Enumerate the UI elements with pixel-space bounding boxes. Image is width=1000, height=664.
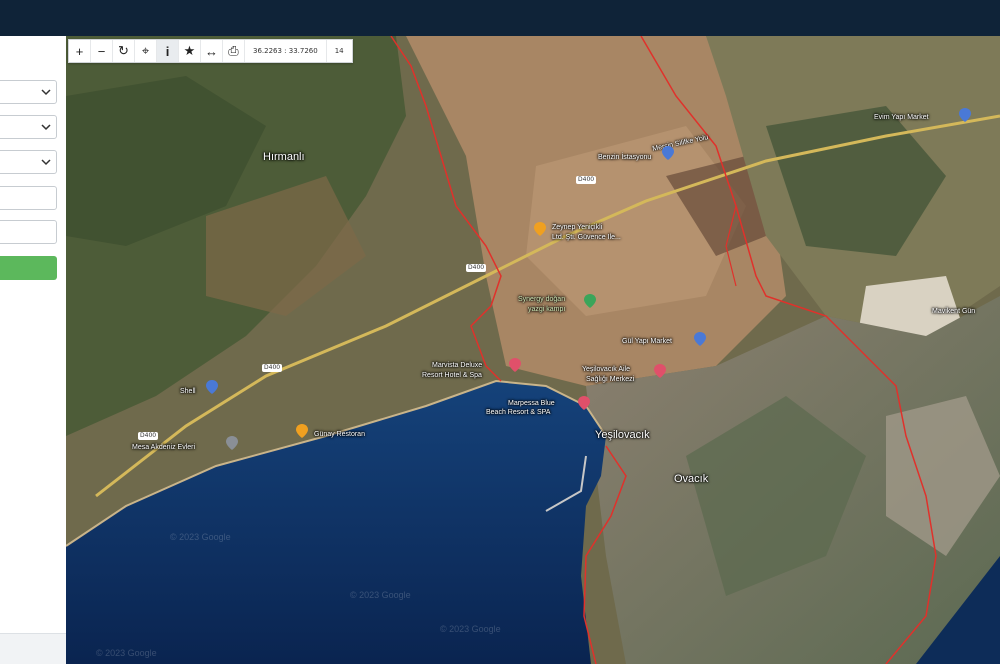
poi-label-gul-yapi-market: Gül Yapı Market	[622, 338, 672, 345]
fuel-pin-icon[interactable]	[662, 146, 674, 160]
fuel-pin-icon[interactable]	[206, 380, 218, 394]
zoom-level-readout: 14	[334, 47, 344, 55]
locate-button[interactable]: ⌖	[135, 40, 157, 62]
restaurant-pin-icon[interactable]	[296, 424, 308, 438]
zoom-in-icon: +	[75, 43, 84, 59]
poi-label-synergy-2: yazgi kampı	[528, 306, 566, 313]
place-label-ovacik: Ovacık	[674, 473, 709, 485]
poi-label-benzin-istasyonu: Benzin İstasyonu	[598, 154, 652, 161]
locate-icon: ⌖	[141, 43, 150, 58]
zoom-in-button[interactable]: +	[69, 40, 91, 62]
place-pin-icon[interactable]	[226, 436, 238, 450]
shop-pin-icon[interactable]	[694, 332, 706, 346]
filter-input-1[interactable]	[0, 186, 57, 210]
chevron-down-icon	[41, 124, 51, 131]
star-icon: ★	[183, 43, 196, 58]
restaurant-pin-icon[interactable]	[534, 222, 546, 236]
map-watermark: © 2023 Google	[440, 624, 501, 634]
filter-sidebar	[0, 36, 67, 664]
map-watermark: © 2023 Google	[96, 648, 157, 658]
road-shield-d400: D400	[138, 432, 159, 440]
camp-pin-icon[interactable]	[584, 294, 596, 308]
poi-label-evim-yapi-market: Evim Yapı Market	[874, 114, 929, 121]
measure-button[interactable]: ↔	[201, 40, 223, 62]
shop-pin-icon[interactable]	[959, 108, 971, 122]
poi-label-marvista-2: Resort Hotel & Spa	[422, 372, 482, 379]
coordinate-readout: 36.2263 : 33.7260	[245, 40, 327, 62]
road-shield-d400: D400	[262, 364, 283, 372]
info-icon: i	[165, 43, 170, 59]
road-shield-d400: D400	[576, 176, 597, 184]
measure-icon: ↔	[205, 43, 218, 59]
poi-label-zeynep-2: Ltd. Şti. Güvence Ile...	[552, 234, 621, 241]
zoom-out-button[interactable]: −	[91, 40, 113, 62]
poi-label-gunay-restoran: Günay Restoran	[314, 431, 365, 438]
filter-select-1[interactable]	[0, 80, 57, 104]
chevron-down-icon	[41, 89, 51, 96]
poi-label-shell: Shell	[180, 388, 196, 395]
poi-label-aile-2: Sağlığı Merkezi	[586, 376, 635, 383]
poi-label-mesa-evleri: Mesa Akdeniz Evleri	[132, 444, 196, 451]
print-button[interactable]: ⎙	[223, 40, 245, 62]
hotel-pin-icon[interactable]	[578, 396, 590, 410]
map-toolbar: + − ↻ ⌖ i ★ ↔ ⎙ 36.2263 : 33.7260 14	[68, 39, 353, 63]
zoom-out-icon: −	[97, 43, 106, 59]
filter-input-2[interactable]	[0, 220, 57, 244]
chevron-down-icon	[41, 159, 51, 166]
satellite-imagery	[66, 36, 1000, 664]
sidebar-footer	[0, 633, 66, 664]
map-watermark: © 2023 Google	[350, 590, 411, 600]
road-shield-d400: D400	[466, 264, 487, 272]
satellite-map[interactable]: Hırmanlı Yeşilovacık Ovacık Evim Yapı Ma…	[66, 36, 1000, 664]
info-button[interactable]: i	[157, 40, 179, 62]
place-label-hirmanli: Hırmanlı	[263, 151, 305, 163]
map-watermark: © 2023 Google	[170, 532, 231, 542]
top-navigation-bar	[0, 0, 1000, 36]
filter-select-2[interactable]	[0, 115, 57, 139]
refresh-icon: ↻	[118, 43, 129, 58]
favorite-button[interactable]: ★	[179, 40, 201, 62]
poi-label-mavikent: Mavikent Gün	[932, 308, 976, 315]
poi-label-marpessa-2: Beach Resort & SPA	[486, 409, 551, 416]
submit-button[interactable]	[0, 256, 57, 280]
filter-select-3[interactable]	[0, 150, 57, 174]
place-label-yesilovacik: Yeşilovacık	[595, 429, 650, 441]
refresh-button[interactable]: ↻	[113, 40, 135, 62]
hospital-pin-icon[interactable]	[654, 364, 666, 378]
print-icon: ⎙	[228, 43, 239, 58]
hotel-pin-icon[interactable]	[509, 358, 521, 372]
